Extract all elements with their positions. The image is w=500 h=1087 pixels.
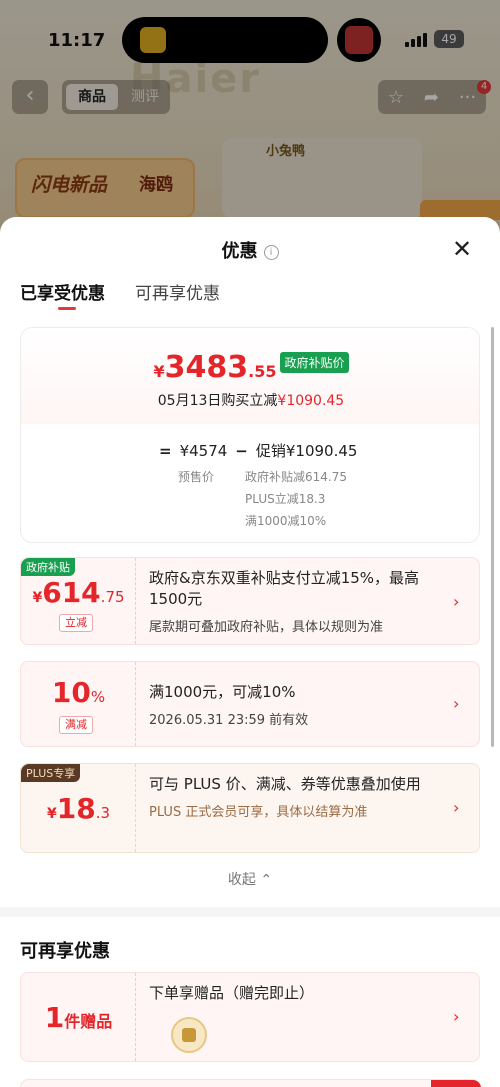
promo-amount: 10 [51, 676, 91, 709]
discount-sheet: 优惠 i ✕ 已享受优惠 可再享优惠 ¥3483.55 政府补贴价 05月13日购买… [0, 217, 500, 1087]
breakdown-line: 政府补贴减614.75 [245, 470, 347, 484]
chevron-right-icon: › [453, 798, 460, 817]
promo-currency: ¥ [46, 806, 57, 822]
promo-value-panel: 1件赠品 [21, 973, 136, 1061]
promo-info: 可与 PLUS 价、满减、券等优惠叠加使用 PLUS 正式会员可享，具体以结算为… [149, 774, 449, 820]
final-price: ¥3483.55 政府补贴价 [21, 350, 479, 385]
promo-total: 促销¥1090.45 [255, 442, 358, 460]
promo-subtitle: 2026.05.31 23:59 前有效 [149, 713, 309, 728]
price-formula: = ¥4574− 促销¥1090.45 [151, 440, 357, 461]
gift-count: 1件赠品 [21, 1001, 136, 1034]
promo-title: 可与 PLUS 价、满减、券等优惠叠加使用 [149, 775, 421, 793]
promo-decimal: .3 [95, 804, 111, 822]
section-title-available: 可再享优惠 [20, 941, 110, 962]
promo-decimal: .75 [100, 588, 125, 606]
price-breakdown-card: ¥3483.55 政府补贴价 05月13日购买立减¥1090.45 = ¥4574−… [20, 327, 480, 543]
promo-plus[interactable]: PLUS专享 ¥18.3 可与 PLUS 价、满减、券等优惠叠加使用 PLUS … [20, 763, 480, 853]
discount-tabs: 已享受优惠 可再享优惠 [20, 279, 220, 310]
gift-count-unit: 件赠品 [64, 1012, 113, 1031]
promo-red-tag [431, 1080, 481, 1087]
minus-sign: − [235, 442, 248, 460]
promo-type-tag: 立减 [59, 614, 93, 632]
promo-gift[interactable]: 1件赠品 下单享赠品（赠完即止） › [20, 972, 480, 1062]
gov-subsidy-badge: 政府补贴价 [280, 352, 349, 373]
sheet-title: 优惠 i [0, 237, 500, 263]
promo-value: ¥614.75 [21, 576, 136, 609]
promo-full-reduction[interactable]: 10% 满减 满1000元，可减10% 2026.05.31 23:59 前有效… [20, 661, 480, 747]
promo-title: 下单享赠品（赠完即止） [149, 984, 315, 1002]
section-divider [0, 907, 500, 917]
presale-price: ¥4574 [179, 442, 228, 460]
promo-title: 满1000元，可减10% [149, 683, 296, 701]
scrollbar[interactable] [491, 327, 494, 747]
info-icon[interactable]: i [263, 245, 279, 260]
promo-value: ¥18.3 [21, 792, 136, 825]
promo-subtitle: 尾款期可叠加政府补贴，具体以规则为准 [149, 620, 384, 635]
promo-title: 政府&京东双重补贴支付立减15%，最高1500元 [149, 569, 420, 608]
promo-subtitle: PLUS 正式会员可享，具体以结算为准 [149, 805, 368, 820]
currency-symbol: ¥ [153, 362, 165, 381]
chevron-right-icon: › [453, 694, 460, 713]
promo-amount: 18 [56, 792, 96, 825]
promo-decimal: % [90, 688, 106, 706]
equals-sign: = [159, 442, 172, 460]
chevron-right-icon: › [453, 1007, 460, 1026]
next-promo-row[interactable] [20, 1079, 481, 1087]
promo-value-panel: 10% 满减 [21, 662, 136, 746]
discount-summary: 05月13日购买立减¥1090.45 [21, 390, 479, 410]
promo-info: 满1000元，可减10% 2026.05.31 23:59 前有效 [149, 672, 449, 728]
promo-currency: ¥ [32, 590, 43, 606]
plus-corner-tag: PLUS专享 [21, 764, 81, 782]
tab-available[interactable]: 可再享优惠 [135, 279, 220, 304]
discount-summary-label: 05月13日购买立减 [157, 393, 278, 409]
gift-count-number: 1 [44, 1001, 65, 1034]
promo-corner-tag: 政府补贴 [21, 558, 75, 576]
promo-value-panel: PLUS专享 ¥18.3 [21, 764, 136, 852]
price-integer: 3483 [164, 350, 249, 385]
promo-type-tag: 满减 [59, 716, 93, 734]
collapse-button[interactable]: 收起 ⌃ [0, 869, 500, 889]
promo-info: 政府&京东双重补贴支付立减15%，最高1500元 尾款期可叠加政府补贴，具体以规… [149, 568, 449, 635]
promo-gov-subsidy[interactable]: 政府补贴 ¥614.75 立减 政府&京东双重补贴支付立减15%，最高1500元… [20, 557, 480, 645]
discount-summary-amount: ¥1090.45 [277, 393, 345, 409]
presale-label: 预售价 [178, 470, 215, 484]
gift-product-icon [171, 1017, 207, 1053]
promo-amount: 614 [42, 576, 101, 609]
close-icon[interactable]: ✕ [452, 235, 472, 263]
breakdown-line: 满1000减10% [245, 514, 327, 528]
chevron-right-icon: › [453, 592, 460, 611]
sheet-title-text: 优惠 [221, 241, 258, 262]
promo-value: 10% [21, 676, 136, 709]
price-decimal: .55 [248, 362, 277, 381]
tab-enjoyed[interactable]: 已享受优惠 [20, 279, 105, 310]
promo-info: 下单享赠品（赠完即止） [149, 983, 449, 1004]
breakdown-line: PLUS立减18.3 [245, 492, 326, 506]
promo-value-panel: 政府补贴 ¥614.75 立减 [21, 558, 136, 644]
